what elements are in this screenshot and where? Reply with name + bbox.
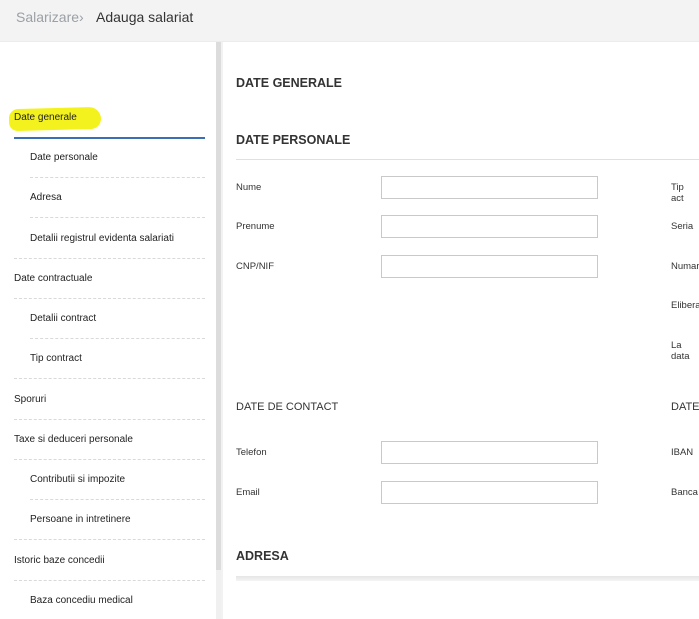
sidebar-item-contributii[interactable]: Contributii si impozite	[30, 474, 125, 485]
section-title-date-de-contact: DATE DE CONTACT	[236, 401, 339, 413]
label-eliberat: Eliberat	[671, 300, 699, 311]
panel-divider	[221, 42, 223, 619]
section-title-date-generale: DATE GENERALE	[236, 76, 343, 90]
label-banca: Banca	[671, 487, 698, 498]
divider	[30, 338, 205, 339]
divider	[30, 217, 205, 218]
label-numar: Numar	[671, 261, 699, 272]
section-title-adresa: ADRESA	[236, 549, 289, 563]
sidebar-item-tip-contract[interactable]: Tip contract	[30, 353, 82, 364]
divider	[14, 378, 205, 379]
nume-input[interactable]	[381, 176, 598, 199]
label-seria: Seria	[671, 221, 694, 232]
sidebar-item-sporuri[interactable]: Sporuri	[14, 394, 46, 405]
section-title-date-personale: DATE PERSONALE	[236, 133, 351, 147]
breadcrumb: Salarizare › Adauga salariat	[0, 0, 699, 42]
label-prenume: Prenume	[236, 221, 275, 232]
sidebar-item-adresa[interactable]: Adresa	[30, 192, 62, 203]
section-divider	[236, 159, 699, 160]
sidebar-item-detalii-registru[interactable]: Detalii registrul evidenta salariati	[30, 233, 174, 244]
sidebar-item-date-contractuale[interactable]: Date contractuale	[14, 273, 92, 284]
sidebar-item-persoane-intretinere[interactable]: Persoane in intretinere	[30, 514, 131, 525]
sidebar-item-date-generale[interactable]: Date generale	[14, 112, 77, 123]
email-input[interactable]	[381, 481, 598, 504]
sidebar-item-date-personale[interactable]: Date personale	[30, 152, 98, 163]
label-iban: IBAN	[671, 447, 694, 458]
sidebar-item-taxe-deduceri[interactable]: Taxe si deduceri personale	[14, 434, 133, 445]
label-telefon: Telefon	[236, 447, 267, 458]
label-cnp-nif: CNP/NIF	[236, 261, 274, 272]
divider	[14, 298, 205, 299]
label-tip-act: Tip act	[671, 182, 684, 204]
divider	[14, 539, 205, 540]
breadcrumb-current: Adauga salariat	[96, 9, 194, 25]
section-divider-shadow	[236, 576, 699, 581]
breadcrumb-separator-icon: ›	[79, 9, 84, 25]
divider	[14, 419, 205, 420]
label-nume: Nume	[236, 182, 262, 193]
label-la-data: La data	[671, 340, 690, 362]
cnp-nif-input[interactable]	[381, 255, 598, 278]
divider	[14, 258, 205, 259]
sidebar-item-baza-concediu-medical[interactable]: Baza concediu medical	[30, 595, 133, 606]
divider	[30, 177, 205, 178]
telefon-input[interactable]	[381, 441, 598, 464]
active-item-underline	[14, 137, 205, 139]
divider	[14, 580, 205, 581]
sidebar-item-detalii-contract[interactable]: Detalii contract	[30, 313, 96, 324]
label-email: Email	[236, 487, 260, 498]
divider	[14, 459, 205, 460]
breadcrumb-root-link[interactable]: Salarizare	[16, 9, 79, 25]
prenume-input[interactable]	[381, 215, 598, 238]
section-title-date-bancare: DATE	[671, 401, 699, 413]
divider	[30, 499, 205, 500]
sidebar-item-istoric-baze-concedii[interactable]: Istoric baze concedii	[14, 555, 105, 566]
